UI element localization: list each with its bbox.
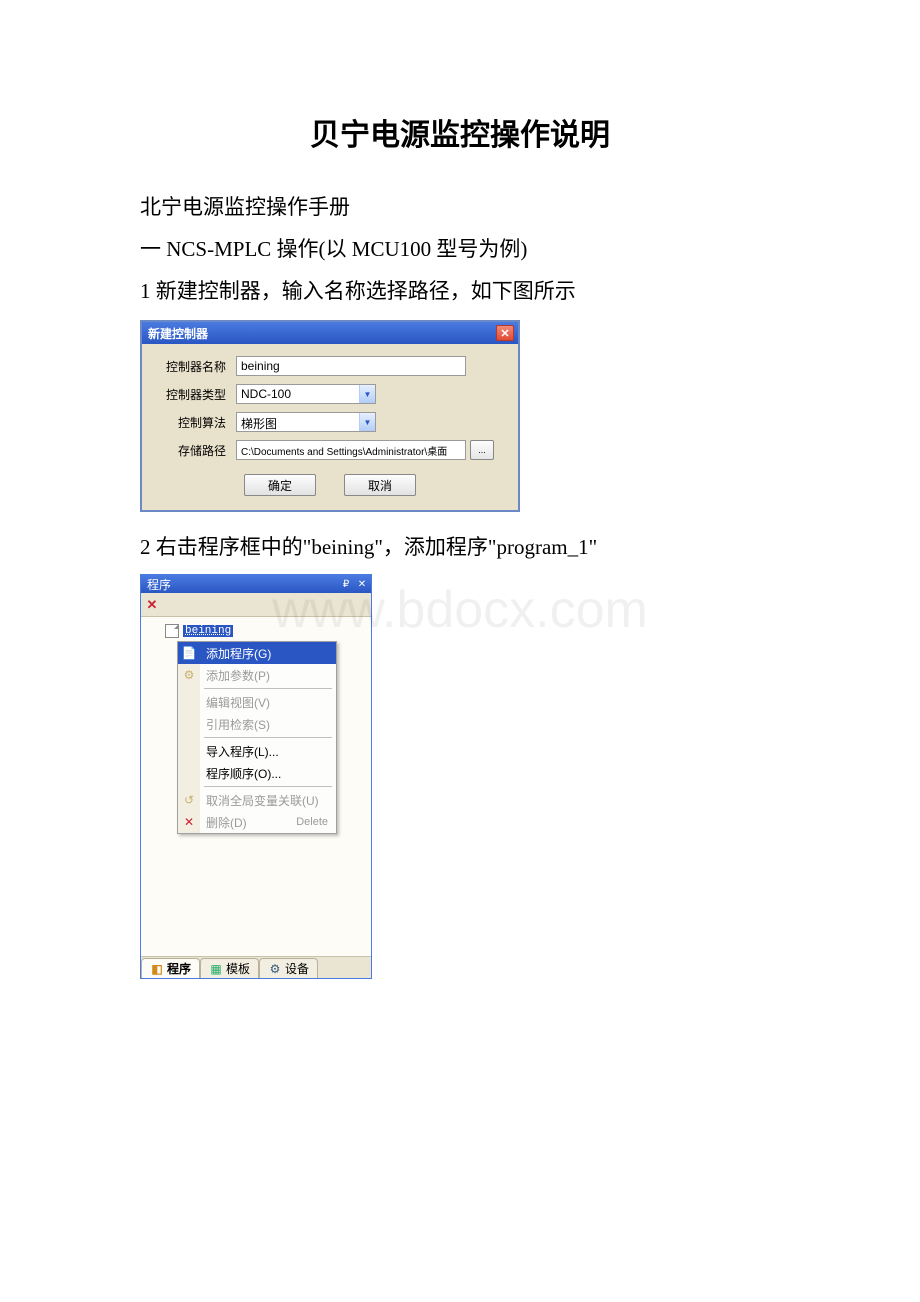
text-fragment: MCU100 bbox=[352, 237, 431, 261]
close-icon: ✕ bbox=[358, 579, 366, 590]
menu-item-label: 取消全局变量关联(U) bbox=[206, 792, 319, 809]
delete-toolbar-button[interactable]: ✕ bbox=[145, 598, 159, 612]
chevron-down-icon: ▼ bbox=[364, 390, 372, 399]
input-controller-name[interactable]: beining bbox=[236, 356, 466, 376]
panel-program: 程序 ₽ ✕ ✕ beining 📄 添加程序(G) ⚙ 添加参数(P) 编辑视… bbox=[140, 574, 372, 979]
select-control-algorithm[interactable]: 梯形图 bbox=[236, 412, 376, 432]
tab-device[interactable]: ⚙ 设备 bbox=[259, 958, 318, 978]
text-fragment: program_1 bbox=[496, 535, 588, 559]
text-fragment: beining bbox=[311, 535, 374, 559]
panel-tabs: ◧ 程序 ▦ 模板 ⚙ 设备 bbox=[141, 956, 371, 978]
close-button[interactable]: ✕ bbox=[496, 325, 514, 341]
document-icon bbox=[165, 624, 179, 638]
panel-toolbar: ✕ bbox=[141, 593, 371, 617]
program-tab-icon: ◧ bbox=[150, 962, 164, 976]
step-2-text: 2 右击程序框中的"beining"，添加程序"program_1" bbox=[140, 526, 780, 568]
cancel-button[interactable]: 取消 bbox=[344, 474, 416, 496]
add-program-icon: 📄 bbox=[181, 645, 197, 661]
tree-view[interactable]: beining 📄 添加程序(G) ⚙ 添加参数(P) 编辑视图(V) 引用检索… bbox=[141, 617, 371, 842]
menu-separator bbox=[204, 786, 332, 787]
context-menu: 📄 添加程序(G) ⚙ 添加参数(P) 编辑视图(V) 引用检索(S) 导入程序… bbox=[177, 641, 337, 834]
close-panel-button[interactable]: ✕ bbox=[355, 578, 369, 590]
tree-node-beining[interactable]: beining bbox=[149, 623, 367, 639]
label-controller-type: 控制器类型 bbox=[154, 386, 226, 403]
section-1-heading: 一 NCS-MPLC 操作(以 MCU100 型号为例) bbox=[140, 228, 780, 270]
menu-item-import-program[interactable]: 导入程序(L)... bbox=[178, 740, 336, 762]
panel-title: 程序 bbox=[147, 576, 171, 593]
menu-item-label: 编辑视图(V) bbox=[206, 694, 270, 711]
input-storage-path[interactable]: C:\Documents and Settings\Administrator\… bbox=[236, 440, 466, 460]
text-fragment: 操作(以 bbox=[271, 237, 352, 261]
panel-titlebar: 程序 ₽ ✕ bbox=[141, 575, 371, 593]
text-fragment: 型号为例) bbox=[431, 237, 527, 261]
chevron-down-icon: ▼ bbox=[364, 418, 372, 427]
tree-node-label: beining bbox=[183, 625, 233, 637]
label-controller-name: 控制器名称 bbox=[154, 358, 226, 375]
menu-item-label: 引用检索(S) bbox=[206, 716, 270, 733]
menu-item-delete[interactable]: ✕ 删除(D) Delete bbox=[178, 811, 336, 833]
pin-button[interactable]: ₽ bbox=[339, 578, 353, 590]
manual-heading: 北宁电源监控操作手册 bbox=[140, 186, 780, 228]
tab-template[interactable]: ▦ 模板 bbox=[200, 958, 259, 978]
dialog-new-controller: 新建控制器 ✕ 控制器名称 beining 控制器类型 NDC-100 ▼ 控制… bbox=[140, 320, 520, 512]
close-icon: ✕ bbox=[500, 327, 509, 340]
menu-shortcut: Delete bbox=[296, 816, 328, 828]
dropdown-button[interactable]: ▼ bbox=[359, 413, 375, 431]
dropdown-button[interactable]: ▼ bbox=[359, 385, 375, 403]
text-fragment: " bbox=[589, 535, 598, 559]
dialog-body: 控制器名称 beining 控制器类型 NDC-100 ▼ 控制算法 梯形图 ▼… bbox=[142, 344, 518, 510]
tree-empty-area bbox=[141, 842, 371, 956]
menu-item-ref-search[interactable]: 引用检索(S) bbox=[178, 713, 336, 735]
browse-button[interactable]: ... bbox=[470, 440, 494, 460]
menu-separator bbox=[204, 688, 332, 689]
menu-item-edit-view[interactable]: 编辑视图(V) bbox=[178, 691, 336, 713]
menu-item-label: 添加参数(P) bbox=[206, 667, 270, 684]
menu-item-label: 导入程序(L)... bbox=[206, 743, 279, 760]
add-param-icon: ⚙ bbox=[181, 667, 197, 683]
tab-program[interactable]: ◧ 程序 bbox=[141, 958, 200, 978]
select-controller-type[interactable]: NDC-100 bbox=[236, 384, 376, 404]
step-1-text: 1 新建控制器，输入名称选择路径，如下图所示 bbox=[140, 270, 780, 312]
text-fragment: NCS-MPLC bbox=[166, 237, 271, 261]
label-storage-path: 存储路径 bbox=[154, 442, 226, 459]
ok-button[interactable]: 确定 bbox=[244, 474, 316, 496]
x-icon: ✕ bbox=[147, 597, 158, 613]
text-fragment: "，添加程序" bbox=[374, 535, 496, 559]
menu-item-add-param[interactable]: ⚙ 添加参数(P) bbox=[178, 664, 336, 686]
dialog-title: 新建控制器 bbox=[148, 325, 208, 342]
tab-label: 模板 bbox=[226, 960, 250, 977]
menu-item-add-program[interactable]: 📄 添加程序(G) bbox=[178, 642, 336, 664]
template-tab-icon: ▦ bbox=[209, 962, 223, 976]
label-control-algorithm: 控制算法 bbox=[154, 414, 226, 431]
delete-icon: ✕ bbox=[181, 814, 197, 830]
menu-separator bbox=[204, 737, 332, 738]
unlink-icon: ↺ bbox=[181, 792, 197, 808]
document-title: 贝宁电源监控操作说明 bbox=[140, 110, 780, 154]
text-fragment: 2 右击程序框中的" bbox=[140, 535, 311, 559]
menu-item-label: 添加程序(G) bbox=[206, 645, 271, 662]
tab-label: 设备 bbox=[285, 960, 309, 977]
menu-item-cancel-global[interactable]: ↺ 取消全局变量关联(U) bbox=[178, 789, 336, 811]
text-fragment: 一 bbox=[140, 237, 166, 261]
menu-item-label: 程序顺序(O)... bbox=[206, 765, 281, 782]
device-tab-icon: ⚙ bbox=[268, 962, 282, 976]
dialog-titlebar: 新建控制器 ✕ bbox=[142, 322, 518, 344]
menu-item-label: 删除(D) bbox=[206, 814, 247, 831]
tab-label: 程序 bbox=[167, 960, 191, 977]
pin-icon: ₽ bbox=[343, 579, 349, 590]
menu-item-program-order[interactable]: 程序顺序(O)... bbox=[178, 762, 336, 784]
